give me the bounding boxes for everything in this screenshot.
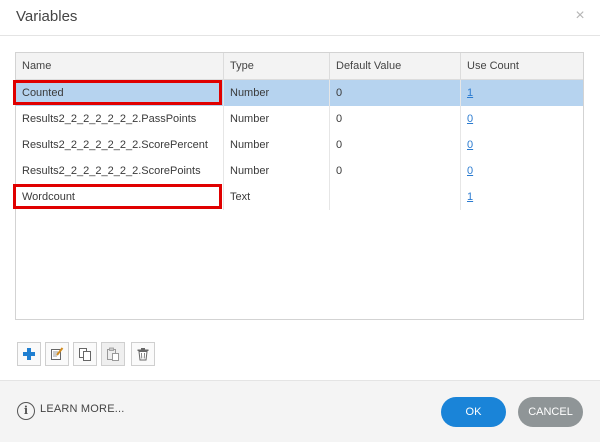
variable-name: Results2_2_2_2_2_2_2.PassPoints [16, 106, 223, 132]
table-row[interactable]: Counted Number 0 1 [16, 80, 583, 106]
use-count-link[interactable]: 1 [467, 191, 473, 203]
variable-type: Text [223, 184, 329, 210]
variable-type: Number [223, 158, 329, 184]
dialog-footer: i LEARN MORE... OK CANCEL [0, 380, 600, 442]
table-row[interactable]: Results2_2_2_2_2_2_2.ScorePercent Number… [16, 132, 583, 158]
variable-type: Number [223, 80, 329, 106]
duplicate-variable-button[interactable] [73, 342, 97, 366]
cancel-button[interactable]: CANCEL [518, 397, 583, 427]
add-variable-button[interactable] [17, 342, 41, 366]
variable-use-count: 0 [460, 132, 583, 158]
use-count-link[interactable]: 0 [467, 139, 473, 151]
variable-name: Results2_2_2_2_2_2_2.ScorePoints [16, 158, 223, 184]
use-count-link[interactable]: 1 [467, 87, 473, 99]
variables-table: Name Type Default Value Use Count Counte… [15, 52, 584, 320]
variable-use-count: 1 [460, 80, 583, 106]
variable-type: Number [223, 106, 329, 132]
variables-dialog: Variables × Name Type Default Value Use … [0, 0, 600, 441]
use-count-link[interactable]: 0 [467, 113, 473, 125]
variable-default-value: 0 [329, 158, 460, 184]
table-row[interactable]: Results2_2_2_2_2_2_2.PassPoints Number 0… [16, 106, 583, 132]
table-row[interactable]: Wordcount Text 1 [16, 184, 583, 210]
variable-use-count: 0 [460, 106, 583, 132]
ok-button[interactable]: OK [441, 397, 506, 427]
dialog-title: Variables [16, 8, 77, 25]
variable-use-count: 1 [460, 184, 583, 210]
close-icon[interactable]: × [572, 6, 588, 26]
table-row[interactable]: Results2_2_2_2_2_2_2.ScorePoints Number … [16, 158, 583, 184]
variable-use-count: 0 [460, 158, 583, 184]
variable-default-value: 0 [329, 80, 460, 106]
use-count-link[interactable]: 0 [467, 165, 473, 177]
learn-more-label: LEARN MORE... [40, 403, 125, 415]
column-header-name[interactable]: Name [16, 53, 223, 79]
variable-default-value: 0 [329, 132, 460, 158]
variable-default-value: 0 [329, 106, 460, 132]
table-header: Name Type Default Value Use Count [16, 53, 583, 80]
paste-icon [106, 347, 120, 361]
column-header-type[interactable]: Type [223, 53, 329, 79]
delete-variable-button[interactable] [131, 342, 155, 366]
edit-icon [50, 347, 64, 361]
variable-default-value [329, 184, 460, 210]
paste-variable-button[interactable] [101, 342, 125, 366]
info-icon: i [17, 402, 35, 420]
variable-name: Wordcount [16, 184, 223, 210]
add-icon [22, 347, 36, 361]
variable-type: Number [223, 132, 329, 158]
column-header-default-value[interactable]: Default Value [329, 53, 460, 79]
trash-icon [136, 347, 150, 361]
variable-name: Results2_2_2_2_2_2_2.ScorePercent [16, 132, 223, 158]
variable-name: Counted [16, 80, 223, 106]
copy-icon [78, 347, 92, 361]
title-bar: Variables × [0, 0, 600, 36]
edit-variable-button[interactable] [45, 342, 69, 366]
column-header-use-count[interactable]: Use Count [460, 53, 583, 79]
